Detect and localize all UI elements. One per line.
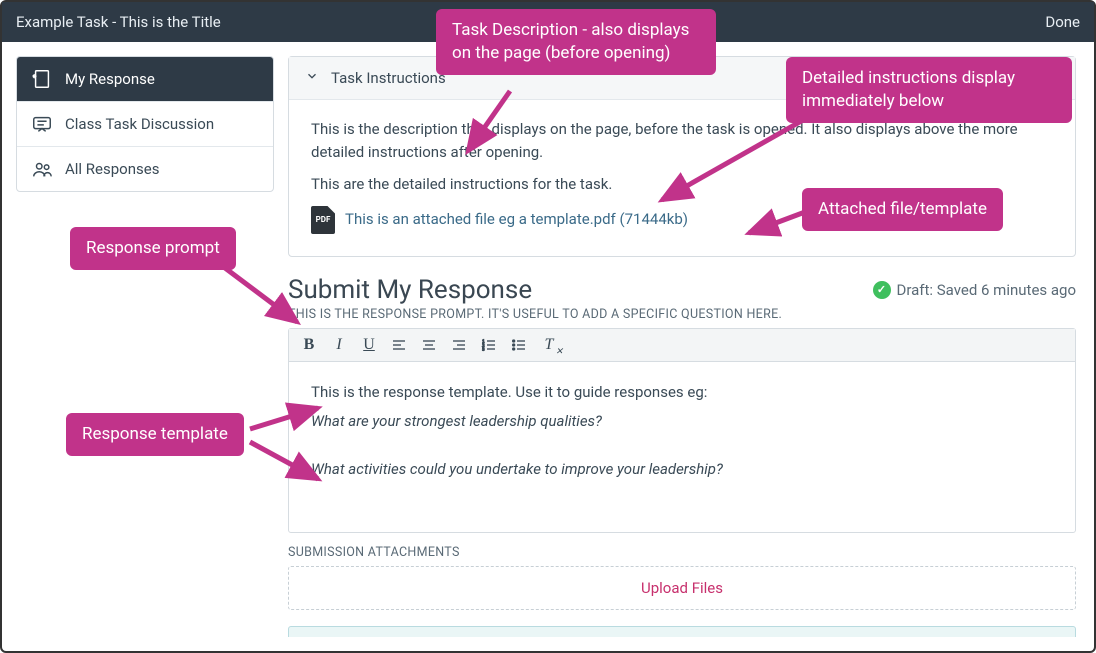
draft-status: ✓ Draft: Saved 6 minutes ago	[873, 281, 1077, 299]
response-template-q2: What activities could you undertake to i…	[311, 457, 1053, 483]
task-description-text: This is the description that displays on…	[311, 118, 1053, 163]
sidebar-item-label: Class Task Discussion	[65, 115, 214, 133]
sidebar: My Response Class Task Discussion All Re…	[16, 56, 274, 637]
upload-files-button[interactable]: Upload Files	[288, 566, 1076, 610]
response-template-intro: This is the response template. Use it to…	[311, 380, 1053, 406]
align-left-button[interactable]	[389, 335, 409, 355]
response-template-q1: What are your strongest leadership quali…	[311, 409, 1053, 435]
page-title: Example Task - This is the Title	[16, 13, 221, 31]
attached-file-row[interactable]: PDF This is an attached file eg a templa…	[311, 206, 1053, 234]
bullet-list-button[interactable]	[509, 335, 529, 355]
check-icon: ✓	[873, 281, 891, 299]
rich-text-editor: B I U 123 T✕ This is the response templa…	[288, 328, 1076, 534]
task-instructions-toggle[interactable]: Task Instructions	[289, 57, 1075, 100]
attachments-label: SUBMISSION ATTACHMENTS	[288, 545, 1076, 560]
task-instructions-label: Task Instructions	[331, 69, 446, 87]
sidebar-item-label: My Response	[65, 70, 155, 88]
underline-button[interactable]: U	[359, 335, 379, 355]
title-bar: Example Task - This is the Title Done	[2, 2, 1094, 42]
attached-file-link[interactable]: This is an attached file eg a template.p…	[345, 208, 688, 231]
ordered-list-button[interactable]: 123	[479, 335, 499, 355]
task-instructions-card: Task Instructions This is the descriptio…	[288, 56, 1076, 257]
editor-toolbar: B I U 123 T✕	[289, 329, 1075, 362]
chevron-down-icon	[305, 69, 319, 87]
response-prompt-text: THIS IS THE RESPONSE PROMPT. IT'S USEFUL…	[288, 307, 1076, 322]
align-center-button[interactable]	[419, 335, 439, 355]
sidebar-item-all-responses[interactable]: All Responses	[17, 147, 273, 191]
sidebar-item-discussion[interactable]: Class Task Discussion	[17, 102, 273, 147]
bold-button[interactable]: B	[299, 335, 319, 355]
task-detailed-text: This are the detailed instructions for t…	[311, 173, 1053, 196]
svg-text:3: 3	[482, 346, 484, 351]
clear-format-button[interactable]: T✕	[539, 335, 559, 355]
done-button[interactable]: Done	[1045, 13, 1080, 31]
main-panel: Task Instructions This is the descriptio…	[288, 56, 1080, 637]
sidebar-item-my-response[interactable]: My Response	[17, 57, 273, 102]
response-icon	[31, 68, 53, 90]
group-icon	[31, 158, 53, 180]
italic-button[interactable]: I	[329, 335, 349, 355]
sidebar-item-label: All Responses	[65, 160, 159, 178]
draft-status-text: Draft: Saved 6 minutes ago	[897, 281, 1077, 299]
chat-icon	[31, 113, 53, 135]
file-info-box: Allowed file types: PDF, Word, PowerPoin…	[288, 626, 1076, 637]
pdf-icon: PDF	[311, 206, 335, 234]
submit-heading: Submit My Response	[288, 275, 532, 305]
editor-textarea[interactable]: This is the response template. Use it to…	[289, 362, 1075, 533]
align-right-button[interactable]	[449, 335, 469, 355]
